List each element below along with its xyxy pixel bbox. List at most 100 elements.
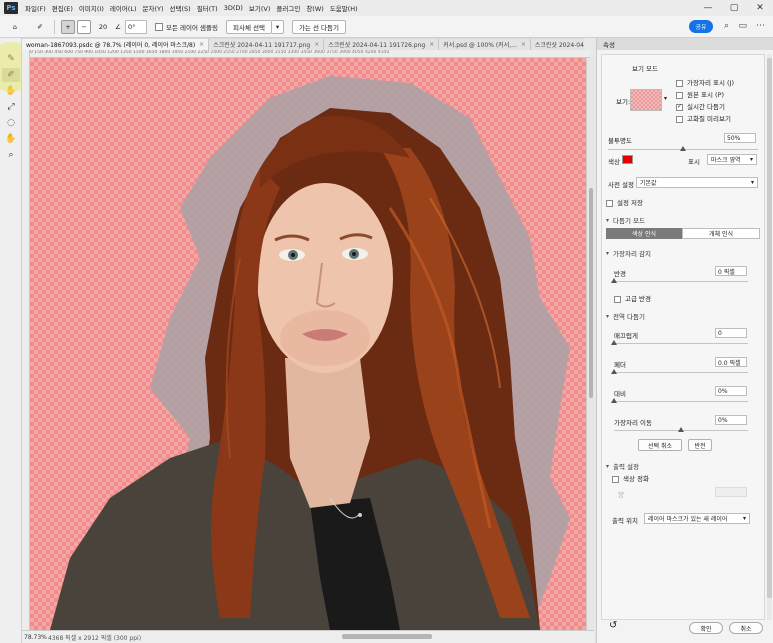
show-edge-checkbox[interactable]: [676, 79, 683, 87]
output-to-select[interactable]: 레이어 마스크가 있는 새 레이어 ▾: [644, 513, 750, 524]
tab-screenshot-1[interactable]: 스크린샷 2024-04-11 191717.png ×: [209, 39, 325, 50]
smooth-slider[interactable]: [611, 340, 748, 345]
radius-field[interactable]: 0 픽셀: [715, 266, 747, 276]
lasso-tool-icon[interactable]: ◌: [2, 116, 20, 130]
ok-button[interactable]: 확인: [689, 622, 723, 634]
remember-settings-checkbox[interactable]: [606, 199, 613, 207]
reset-icon[interactable]: ↺: [609, 620, 617, 631]
hand-tool-icon[interactable]: ✋: [2, 132, 20, 146]
canvas-vertical-scrollbar[interactable]: [586, 58, 594, 630]
menu-filter[interactable]: 필터(T): [194, 3, 221, 13]
contrast-slider[interactable]: [611, 398, 748, 403]
smart-radius-option[interactable]: 고급 반경: [614, 293, 651, 303]
view-mode-dropdown-icon[interactable]: ▾: [664, 95, 667, 102]
show-original-option[interactable]: 원본 표시 (P): [676, 89, 724, 99]
menu-select[interactable]: 선택(S): [167, 3, 194, 13]
minimize-icon[interactable]: —: [695, 0, 721, 16]
hq-preview-checkbox[interactable]: [676, 115, 683, 123]
feather-slider[interactable]: [611, 369, 748, 374]
invert-button[interactable]: 반전: [688, 439, 712, 451]
decontaminate-option[interactable]: 색상 정화: [612, 473, 649, 483]
opacity-slider-knob[interactable]: [680, 146, 686, 151]
angle-field[interactable]: 0°: [125, 19, 147, 34]
radius-slider-knob[interactable]: [611, 278, 617, 283]
smart-radius-checkbox[interactable]: [614, 295, 621, 303]
document-canvas[interactable]: [30, 58, 586, 630]
sample-all-checkbox[interactable]: [155, 22, 163, 31]
home-icon[interactable]: ⌂: [6, 20, 24, 34]
tab-screenshot-2[interactable]: 스크린샷 2024-04-11 191726.png ×: [324, 39, 440, 50]
tab-screenshot-3[interactable]: 스크린샷 2024-04: [530, 39, 584, 50]
quick-select-tool-icon[interactable]: ✎: [2, 52, 20, 66]
decontaminate-checkbox[interactable]: [612, 475, 619, 483]
brush-tool-icon[interactable]: ✋: [2, 84, 20, 98]
realtime-refine-option[interactable]: 실시간 다듬기: [676, 101, 725, 111]
output-section[interactable]: ▾ 출력 설정: [606, 461, 639, 472]
edge-detect-section[interactable]: ▾ 가장자리 감지: [606, 248, 651, 259]
contrast-slider-knob[interactable]: [611, 398, 617, 403]
cancel-button[interactable]: 취소: [729, 622, 763, 634]
hq-preview-option[interactable]: 고화질 미리보기: [676, 113, 731, 123]
smooth-slider-knob[interactable]: [611, 340, 617, 345]
maximize-icon[interactable]: ▢: [721, 0, 747, 16]
refine-edge-brush-icon[interactable]: ✐: [2, 68, 20, 82]
shift-edge-slider[interactable]: [614, 427, 748, 432]
sample-all-layers[interactable]: 모든 레이어 샘플링: [155, 20, 218, 34]
close-tab-icon[interactable]: ×: [199, 41, 204, 48]
color-aware-option[interactable]: 색상 인식: [606, 228, 682, 239]
select-subject-button[interactable]: 피사체 선택: [225, 19, 272, 34]
refine-hair-button[interactable]: 가는 선 다듬기: [291, 19, 346, 34]
zoom-level[interactable]: 78.73%: [22, 634, 48, 641]
object-aware-option[interactable]: 개체 인식: [682, 228, 760, 239]
menu-edit[interactable]: 편집(E): [49, 3, 76, 13]
refine-mode-toggle[interactable]: 색상 인식 개체 인식: [606, 228, 760, 239]
menu-image[interactable]: 이미지(I): [76, 3, 107, 13]
close-tab-icon[interactable]: ×: [429, 41, 434, 48]
close-tab-icon[interactable]: ×: [314, 41, 319, 48]
menu-3d[interactable]: 3D(D): [221, 4, 246, 12]
show-select[interactable]: 마스크 영역 ▾: [707, 154, 757, 165]
contrast-field[interactable]: 0%: [715, 386, 747, 396]
opacity-slider[interactable]: [608, 146, 758, 151]
tab-cursor-psd[interactable]: 커서.psd @ 100% (커서,... ×: [439, 39, 531, 50]
menu-plugins[interactable]: 플러그인: [273, 3, 303, 13]
more-icon[interactable]: ⋯: [756, 21, 765, 31]
scroll-thumb[interactable]: [589, 188, 593, 398]
share-button[interactable]: 공유: [689, 20, 713, 33]
search-icon[interactable]: ⌕: [724, 21, 729, 31]
panel-scroll-thumb[interactable]: [767, 58, 772, 598]
menu-file[interactable]: 파일(F): [22, 3, 49, 13]
menu-help[interactable]: 도움말(H): [327, 3, 361, 13]
panel-tab-properties[interactable]: 속성: [597, 38, 773, 50]
subtract-mode-button[interactable]: −: [77, 19, 91, 34]
feather-slider-knob[interactable]: [611, 369, 617, 374]
view-mode-thumbnail[interactable]: [630, 89, 662, 111]
panel-scrollbar[interactable]: [767, 54, 772, 620]
show-edge-option[interactable]: 가장자리 표시 (J): [676, 77, 734, 87]
menu-layer[interactable]: 레이어(L): [107, 3, 140, 13]
mask-color-swatch[interactable]: [622, 155, 633, 164]
shift-edge-field[interactable]: 0%: [715, 415, 747, 425]
close-tab-icon[interactable]: ×: [521, 41, 526, 48]
refine-mode-section[interactable]: ▾ 다듬기 모드: [606, 215, 645, 226]
zoom-tool-icon[interactable]: ⌕: [2, 148, 20, 162]
clear-selection-button[interactable]: 선택 취소: [638, 439, 682, 451]
menu-window[interactable]: 창(W): [303, 3, 326, 13]
show-original-checkbox[interactable]: [676, 91, 683, 99]
opacity-field[interactable]: 50%: [724, 133, 756, 143]
close-icon[interactable]: ✕: [747, 0, 773, 16]
menu-type[interactable]: 문자(Y): [140, 3, 167, 13]
menu-view[interactable]: 보기(V): [246, 3, 273, 13]
add-mode-button[interactable]: +: [61, 19, 75, 34]
brush-size[interactable]: 20: [93, 20, 113, 34]
preset-select[interactable]: 기본값 ▾: [636, 177, 758, 188]
refine-brush-icon[interactable]: ✐: [32, 20, 48, 34]
select-subject-dropdown[interactable]: ▾: [271, 19, 284, 34]
realtime-refine-checkbox[interactable]: [676, 103, 683, 111]
remember-settings-option[interactable]: 설정 저장: [606, 197, 643, 207]
tab-woman-psdc[interactable]: woman-1867093.psdc @ 78.7% (레이어 0, 레이어 마…: [22, 39, 210, 50]
feather-field[interactable]: 0.0 픽셀: [715, 357, 747, 367]
global-refine-section[interactable]: ▾ 전역 다듬기: [606, 311, 645, 322]
shift-edge-slider-knob[interactable]: [678, 427, 684, 432]
workspace-icon[interactable]: ▭: [738, 21, 747, 31]
